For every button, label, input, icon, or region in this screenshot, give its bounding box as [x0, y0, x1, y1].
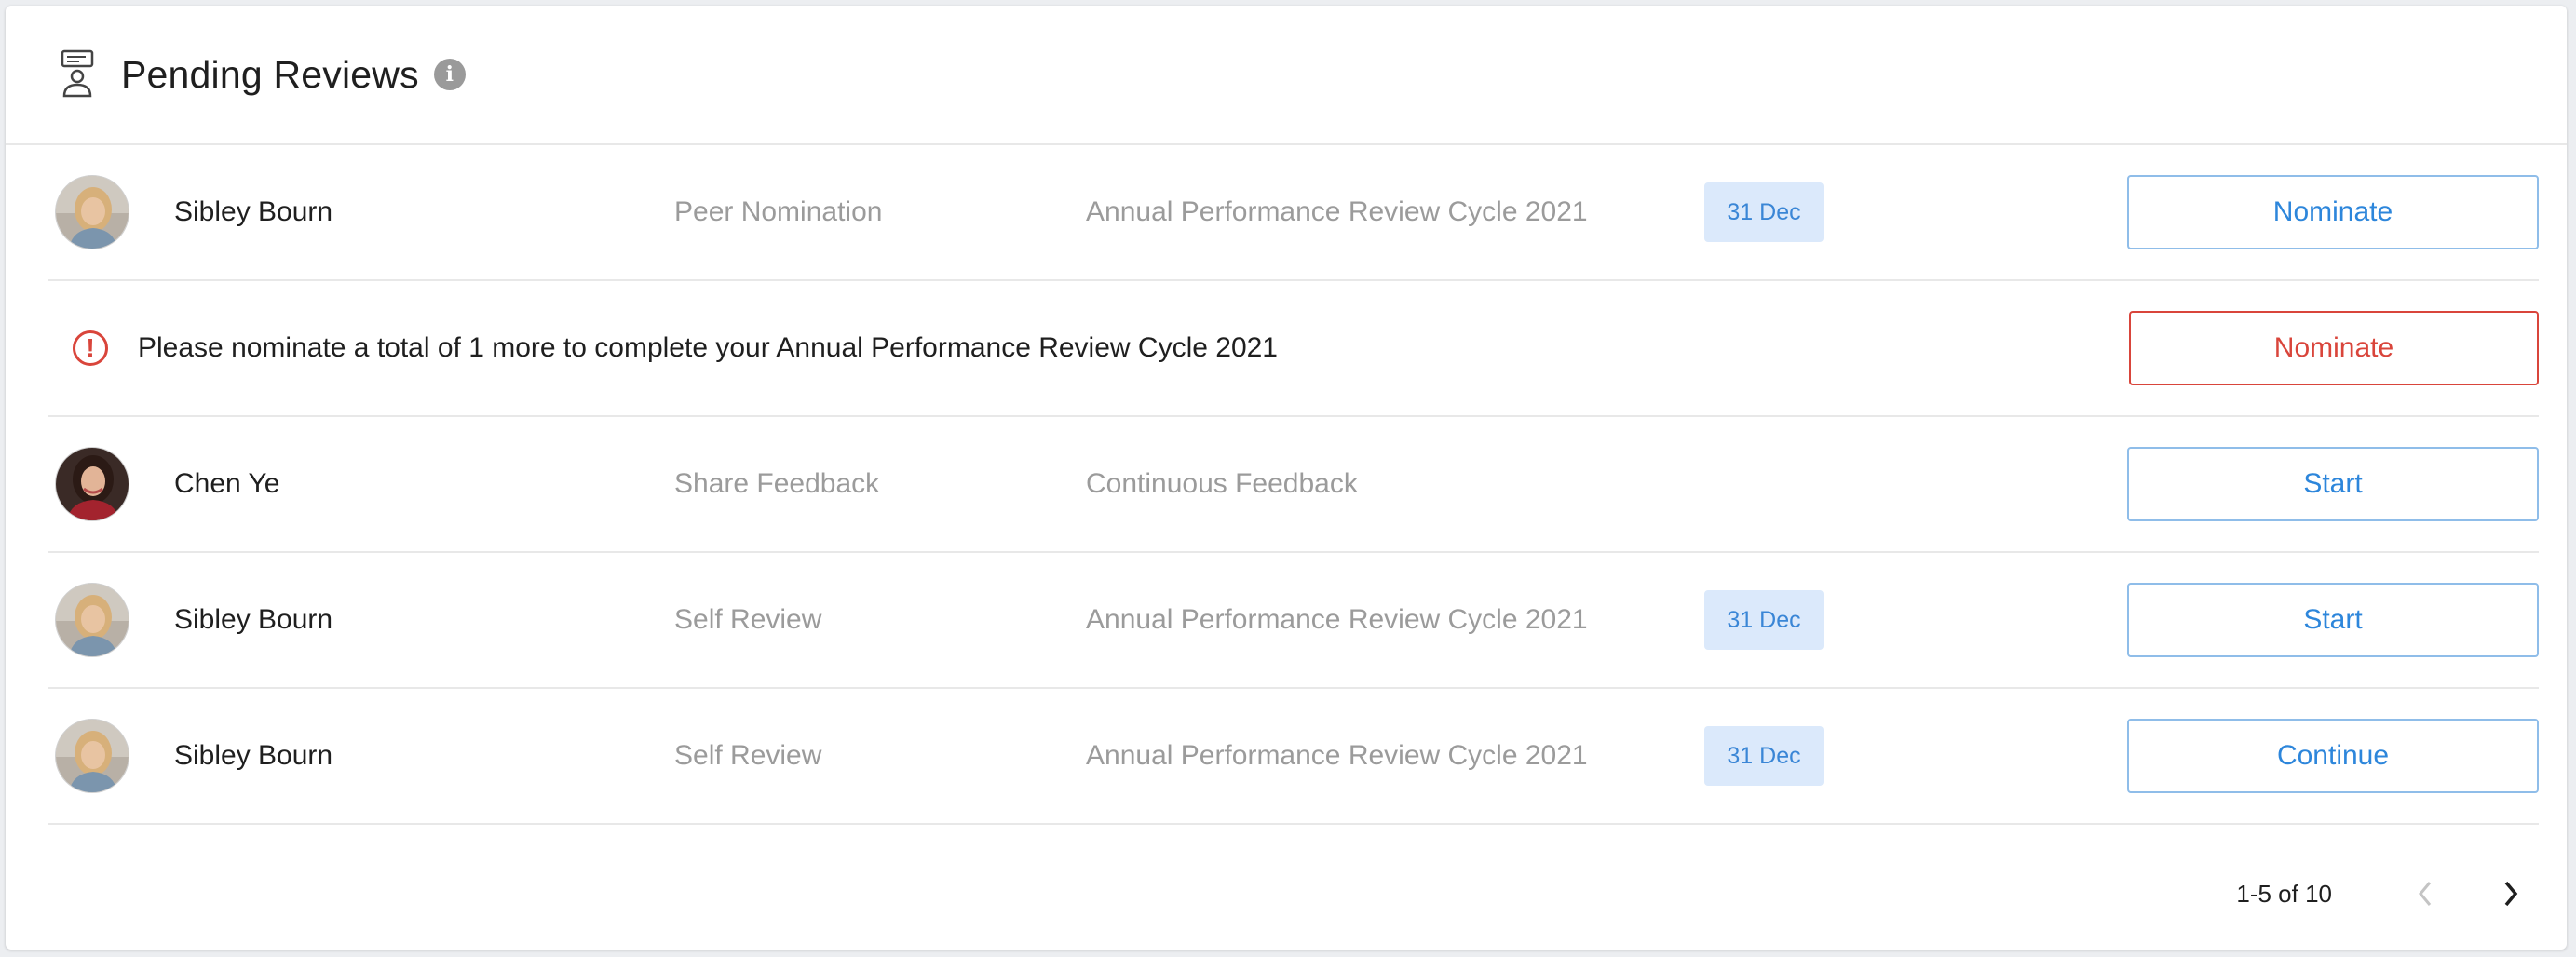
pagination: 1-5 of 10: [2236, 847, 2539, 940]
chevron-right-icon[interactable]: [2483, 866, 2539, 922]
reviewer-name: Sibley Bourn: [174, 604, 333, 635]
alert-row: ! Please nominate a total of 1 more to c…: [48, 281, 2539, 417]
avatar: [55, 175, 129, 249]
review-row: Sibley Bourn Peer Nomination Annual Perf…: [48, 145, 2539, 281]
review-type: Self Review: [674, 604, 822, 635]
review-person-icon: [54, 48, 101, 101]
review-type: Self Review: [674, 740, 822, 771]
due-date-badge: 31 Dec: [1704, 726, 1824, 786]
nominate-button[interactable]: Nominate: [2127, 175, 2539, 249]
due-date-badge: 31 Dec: [1704, 182, 1824, 242]
start-button[interactable]: Start: [2127, 583, 2539, 657]
reviewer-name: Chen Ye: [174, 468, 280, 499]
page-title: Pending Reviews: [121, 52, 419, 96]
review-cycle: Annual Performance Review Cycle 2021: [1086, 604, 1588, 635]
review-cycle: Annual Performance Review Cycle 2021: [1086, 196, 1588, 227]
pending-reviews-card: Pending Reviews i Sibley Bourn Peer Nomi…: [6, 6, 2567, 950]
review-row: Chen Ye Share Feedback Continuous Feedba…: [48, 417, 2539, 553]
info-icon[interactable]: i: [433, 59, 466, 90]
review-type: Peer Nomination: [674, 196, 883, 227]
reviewer-name: Sibley Bourn: [174, 740, 333, 771]
review-list: Sibley Bourn Peer Nomination Annual Perf…: [48, 145, 2539, 825]
card-header: Pending Reviews i: [6, 6, 2567, 145]
review-cycle: Annual Performance Review Cycle 2021: [1086, 740, 1588, 771]
reviewer-name: Sibley Bourn: [174, 196, 333, 227]
pagination-range: 1-5 of 10: [2236, 879, 2332, 908]
chevron-left-icon[interactable]: [2397, 866, 2453, 922]
avatar: [55, 583, 129, 657]
review-row: Sibley Bourn Self Review Annual Performa…: [48, 553, 2539, 689]
start-button[interactable]: Start: [2127, 447, 2539, 521]
due-date-badge: 31 Dec: [1704, 590, 1824, 650]
review-type: Share Feedback: [674, 468, 880, 499]
continue-button[interactable]: Continue: [2127, 719, 2539, 793]
alert-circle-icon: !: [73, 330, 108, 366]
alert-message: Please nominate a total of 1 more to com…: [138, 332, 1278, 363]
review-cycle: Continuous Feedback: [1086, 468, 1358, 499]
review-row: Sibley Bourn Self Review Annual Performa…: [48, 689, 2539, 825]
avatar: [55, 719, 129, 793]
avatar: [55, 447, 129, 521]
nominate-warning-button[interactable]: Nominate: [2129, 311, 2539, 385]
